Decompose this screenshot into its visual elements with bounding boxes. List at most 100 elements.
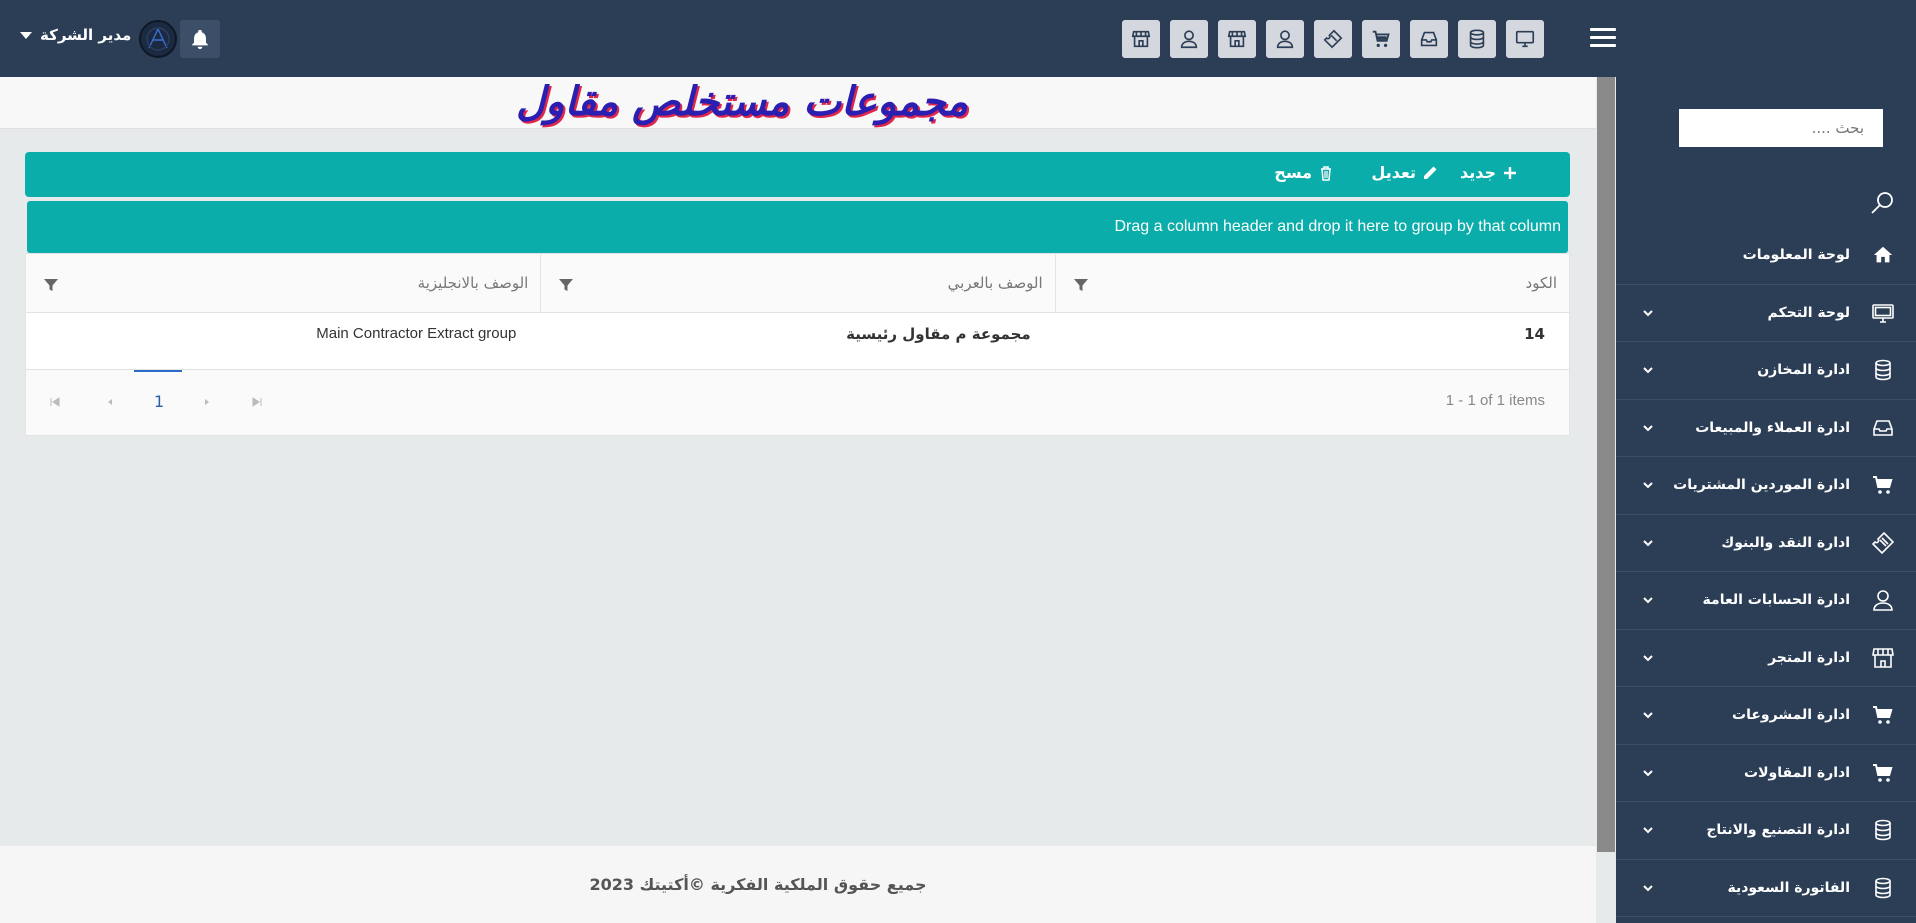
- sidebar-item-general-accounts[interactable]: ادارة الحسابات العامة: [1616, 572, 1916, 630]
- main-scrollbar-thumb[interactable]: [1597, 77, 1615, 852]
- chevron-down-icon: [20, 31, 32, 39]
- user-icon: [1870, 587, 1896, 613]
- ticket-icon: [1870, 530, 1896, 556]
- search-input[interactable]: [1680, 119, 1864, 137]
- previous-page-icon[interactable]: [104, 396, 116, 408]
- page-title-bar: مجموعات مستخلص مقاول: [0, 77, 1596, 129]
- column-title: الكود: [1525, 274, 1557, 292]
- delete-button-label: مسح: [1274, 163, 1312, 182]
- sidebar-item-label: ادارة الموردين المشتريات: [1673, 477, 1850, 494]
- database-icon: [1870, 357, 1896, 383]
- chevron-down-icon: [1643, 482, 1653, 489]
- data-grid: الكود الوصف بالعربي الوصف بالانجليزية 14…: [25, 253, 1570, 436]
- user-name: مدير الشركة: [40, 26, 132, 44]
- pencil-icon: [1424, 166, 1437, 179]
- monitor-icon[interactable]: [1506, 20, 1544, 58]
- trash-icon: [1321, 165, 1331, 181]
- chevron-down-icon: [1643, 425, 1653, 432]
- sidebar-item-label: ادارة المخازن: [1757, 362, 1850, 379]
- filter-icon[interactable]: [1073, 277, 1089, 293]
- hamburger-menu-icon[interactable]: [1590, 28, 1616, 48]
- monitor-icon: [1870, 300, 1896, 326]
- cart-icon[interactable]: [1362, 20, 1400, 58]
- database-icon: [1870, 875, 1896, 901]
- grid-pager: 1 1 - 1 of 1 items: [26, 370, 1569, 435]
- sidebar-item-store[interactable]: ادارة المتجر: [1616, 630, 1916, 687]
- sidebar-item-label: ادارة التصنيع والانتاج: [1706, 822, 1850, 839]
- user-icon[interactable]: [1266, 20, 1304, 58]
- table-row[interactable]: 14 مجموعة م مقاول رئيسية Main Contractor…: [26, 313, 1569, 370]
- edit-button-label: تعديل: [1371, 163, 1416, 182]
- inbox-icon[interactable]: [1410, 20, 1448, 58]
- sidebar-item-label: ادارة العملاء والمبيعات: [1695, 419, 1850, 436]
- cart-icon: [1870, 702, 1896, 728]
- sidebar-item-manufacturing[interactable]: ادارة التصنيع والانتاج: [1616, 802, 1916, 860]
- cell-name-en: Main Contractor Extract group: [26, 313, 540, 369]
- chevron-down-icon: [1643, 712, 1653, 719]
- sidebar-item-contracting[interactable]: ادارة المقاولات: [1616, 745, 1916, 802]
- avatar[interactable]: [139, 20, 177, 58]
- column-header-name-en[interactable]: الوصف بالانجليزية: [26, 254, 540, 312]
- sidebar-item-label: لوحة المعلومات: [1742, 247, 1850, 264]
- grid-toolbar: جديد تعديل مسح: [25, 152, 1570, 197]
- store-icon[interactable]: [1122, 20, 1160, 58]
- sidebar-item-saudi-invoice[interactable]: الفاتورة السعودية: [1616, 860, 1916, 917]
- column-title: الوصف بالانجليزية: [417, 274, 529, 292]
- column-header-code[interactable]: الكود: [1054, 254, 1569, 312]
- grid-header: الكود الوصف بالعربي الوصف بالانجليزية: [26, 254, 1569, 313]
- chevron-down-icon: [1643, 310, 1653, 317]
- sidebar-item-warehouses[interactable]: ادارة المخازن: [1616, 342, 1916, 400]
- first-page-icon[interactable]: [49, 396, 61, 408]
- quick-access-toolbar: [1122, 20, 1544, 58]
- sidebar-item-control-panel[interactable]: لوحة التحكم: [1616, 285, 1916, 342]
- cell-code: 14: [1055, 313, 1569, 369]
- sidebar-item-label: ادارة النقد والبنوك: [1721, 534, 1850, 551]
- page-number-button[interactable]: 1: [154, 392, 164, 411]
- sidebar-item-label: الفاتورة السعودية: [1727, 879, 1850, 896]
- edit-button[interactable]: تعديل: [1371, 163, 1438, 182]
- home-icon: [1870, 242, 1896, 268]
- user-menu[interactable]: مدير الشركة: [20, 26, 131, 44]
- chevron-down-icon: [1643, 827, 1653, 834]
- filter-icon[interactable]: [558, 277, 574, 293]
- sidebar-item-label: ادارة المتجر: [1768, 649, 1850, 666]
- sidebar-item-label: ادارة المقاولات: [1744, 764, 1850, 781]
- delete-button[interactable]: مسح: [1274, 163, 1334, 182]
- new-button-label: جديد: [1459, 163, 1496, 182]
- footer: جميع حقوق الملكية الفكرية ©أكتيتك 2023: [0, 846, 1596, 923]
- sidebar-item-suppliers-purchases[interactable]: ادارة الموردين المشتريات: [1616, 457, 1916, 515]
- new-button[interactable]: جديد: [1460, 163, 1518, 182]
- pager-info: 1 - 1 of 1 items: [1445, 392, 1545, 409]
- ticket-icon[interactable]: [1314, 20, 1352, 58]
- sidebar-item-cash-banks[interactable]: ادارة النقد والبنوك: [1616, 515, 1916, 572]
- chevron-down-icon: [1643, 597, 1653, 604]
- user-icon[interactable]: [1170, 20, 1208, 58]
- inbox-icon: [1870, 415, 1896, 441]
- sidebar-item-customers-sales[interactable]: ادارة العملاء والمبيعات: [1616, 400, 1916, 457]
- last-page-icon[interactable]: [251, 396, 263, 408]
- chevron-down-icon: [1643, 540, 1653, 547]
- cell-name-ar-value: مجموعة م مقاول رئيسية: [846, 325, 1031, 343]
- database-icon[interactable]: [1458, 20, 1496, 58]
- filter-icon[interactable]: [43, 277, 59, 293]
- sidebar-item-dashboard-info[interactable]: لوحة المعلومات: [1616, 227, 1916, 285]
- cart-icon: [1870, 760, 1896, 786]
- sidebar-item-label: ادارة الحسابات العامة: [1702, 592, 1850, 609]
- notifications-bell-icon[interactable]: [180, 20, 220, 58]
- top-bar: مدير الشركة: [0, 0, 1916, 77]
- group-by-hint: Drag a column header and drop it here to…: [1114, 218, 1562, 235]
- column-header-name-ar[interactable]: الوصف بالعربي: [540, 254, 1054, 312]
- chevron-down-icon: [1643, 885, 1653, 892]
- sidebar: لوحة المعلومات لوحة التحكم ادارة المخازن…: [1616, 77, 1916, 923]
- copyright-text: جميع حقوق الملكية الفكرية ©أكتيتك 2023: [589, 875, 927, 894]
- database-icon: [1870, 817, 1896, 843]
- group-by-drop-zone[interactable]: Drag a column header and drop it here to…: [27, 201, 1568, 253]
- search-icon[interactable]: [1868, 189, 1896, 217]
- sidebar-item-label: ادارة المشروعات: [1732, 707, 1850, 724]
- next-page-icon[interactable]: [201, 396, 213, 408]
- store-icon[interactable]: [1218, 20, 1256, 58]
- sidebar-search-box[interactable]: [1679, 109, 1883, 147]
- sidebar-item-projects[interactable]: ادارة المشروعات: [1616, 687, 1916, 745]
- chevron-down-icon: [1643, 770, 1653, 777]
- cell-name-en-value: Main Contractor Extract group: [316, 325, 517, 342]
